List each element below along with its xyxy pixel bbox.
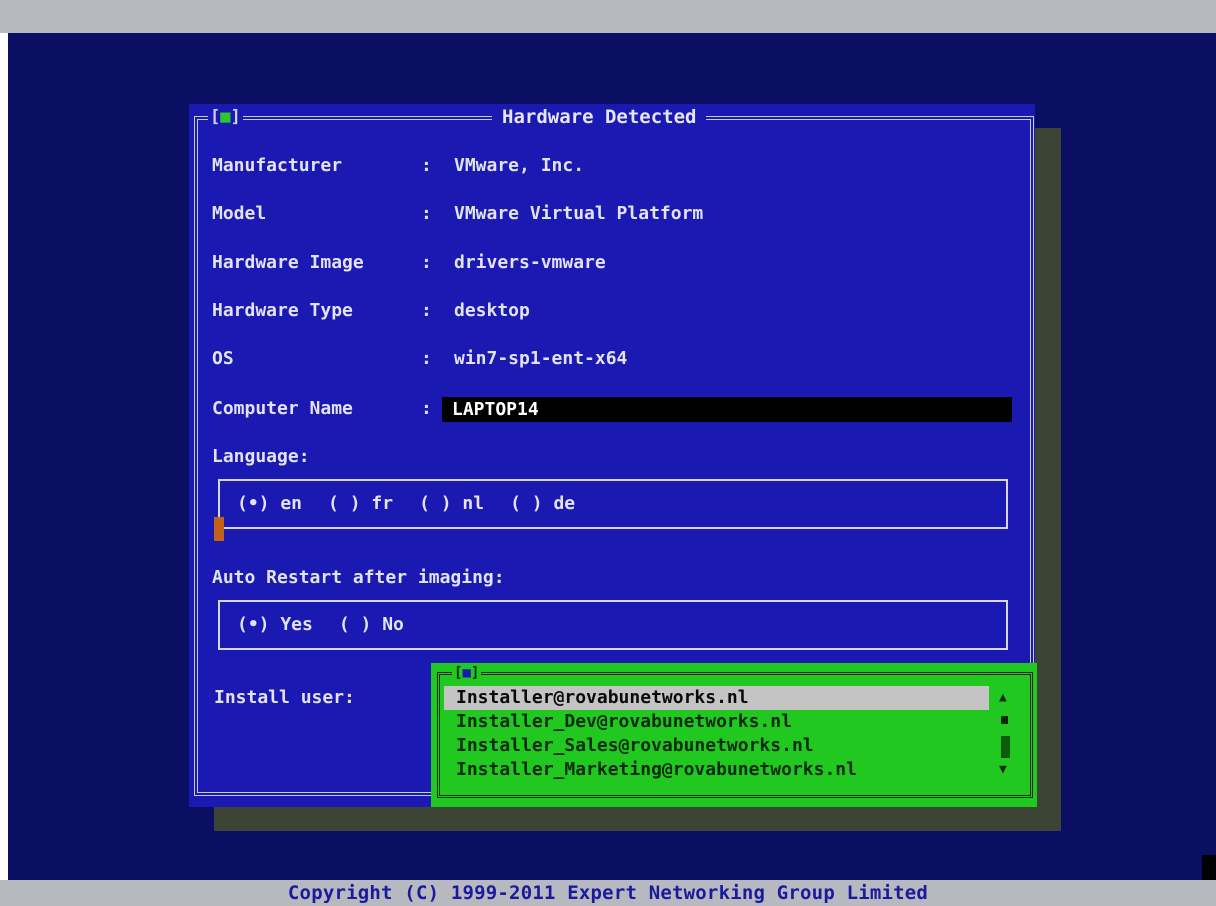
- install-user-label: Install user:: [214, 687, 355, 708]
- auto-restart-options: (•) Yes ( ) No: [237, 613, 404, 637]
- language-radio-fr[interactable]: ( ) fr: [328, 492, 393, 516]
- scroll-track[interactable]: [1001, 736, 1010, 758]
- status-bar: Copyright (C) 1999-2011 Expert Networkin…: [0, 880, 1216, 906]
- model-label: Model: [212, 203, 267, 224]
- auto-restart-label: Auto Restart after imaging:: [212, 567, 505, 588]
- scroll-down-arrow-icon[interactable]: ▼: [999, 762, 1007, 777]
- language-label: Language:: [212, 446, 310, 467]
- computer-name-label: Computer Name: [212, 398, 353, 419]
- hardware-type-value: desktop: [454, 300, 530, 321]
- computer-name-colon: :: [421, 398, 432, 419]
- corner-block: [1202, 855, 1216, 880]
- hardware-image-label: Hardware Image: [212, 252, 364, 273]
- hardware-image-colon: :: [421, 252, 432, 273]
- scroll-up-arrow-icon[interactable]: ▲: [999, 690, 1007, 705]
- list-close-tag[interactable]: [■]: [452, 664, 482, 682]
- manufacturer-colon: :: [421, 155, 432, 176]
- install-user-list: Installer@rovabunetworks.nl Installer_De…: [444, 686, 989, 782]
- copyright-text: Copyright (C) 1999-2011 Expert Networkin…: [287, 882, 929, 904]
- hardware-type-label: Hardware Type: [212, 300, 353, 321]
- model-value: VMware Virtual Platform: [454, 203, 704, 224]
- auto-restart-radio-yes[interactable]: (•) Yes: [237, 613, 313, 637]
- os-value: win7-sp1-ent-x64: [454, 348, 628, 369]
- top-bar: [0, 0, 1216, 33]
- window-marker-icon: ■: [220, 107, 231, 127]
- os-colon: :: [421, 348, 432, 369]
- language-radio-de[interactable]: ( ) de: [510, 492, 575, 516]
- dialog-close-tag[interactable]: [■]: [208, 106, 243, 128]
- os-label: OS: [212, 348, 234, 369]
- list-marker-icon: ■: [462, 665, 471, 681]
- scroll-thumb[interactable]: [1001, 716, 1008, 724]
- install-user-option[interactable]: Installer_Marketing@rovabunetworks.nl: [444, 758, 989, 782]
- install-user-option[interactable]: Installer_Sales@rovabunetworks.nl: [444, 734, 989, 758]
- hardware-image-value: drivers-vmware: [454, 252, 606, 273]
- model-colon: :: [421, 203, 432, 224]
- language-radio-en[interactable]: (•) en: [237, 492, 302, 516]
- text-cursor: [214, 517, 224, 541]
- computer-name-input[interactable]: LAPTOP14: [442, 397, 1012, 422]
- hardware-type-colon: :: [421, 300, 432, 321]
- manufacturer-value: VMware, Inc.: [454, 155, 585, 176]
- language-options: (•) en ( ) fr ( ) nl ( ) de: [237, 492, 575, 516]
- language-radio-nl[interactable]: ( ) nl: [419, 492, 484, 516]
- install-user-option[interactable]: Installer@rovabunetworks.nl: [444, 686, 989, 710]
- auto-restart-radio-no[interactable]: ( ) No: [339, 613, 404, 637]
- dialog-title: Hardware Detected: [492, 104, 707, 130]
- manufacturer-label: Manufacturer: [212, 155, 343, 176]
- list-scrollbar[interactable]: ▲ ▼: [998, 690, 1014, 780]
- install-user-option[interactable]: Installer_Dev@rovabunetworks.nl: [444, 710, 989, 734]
